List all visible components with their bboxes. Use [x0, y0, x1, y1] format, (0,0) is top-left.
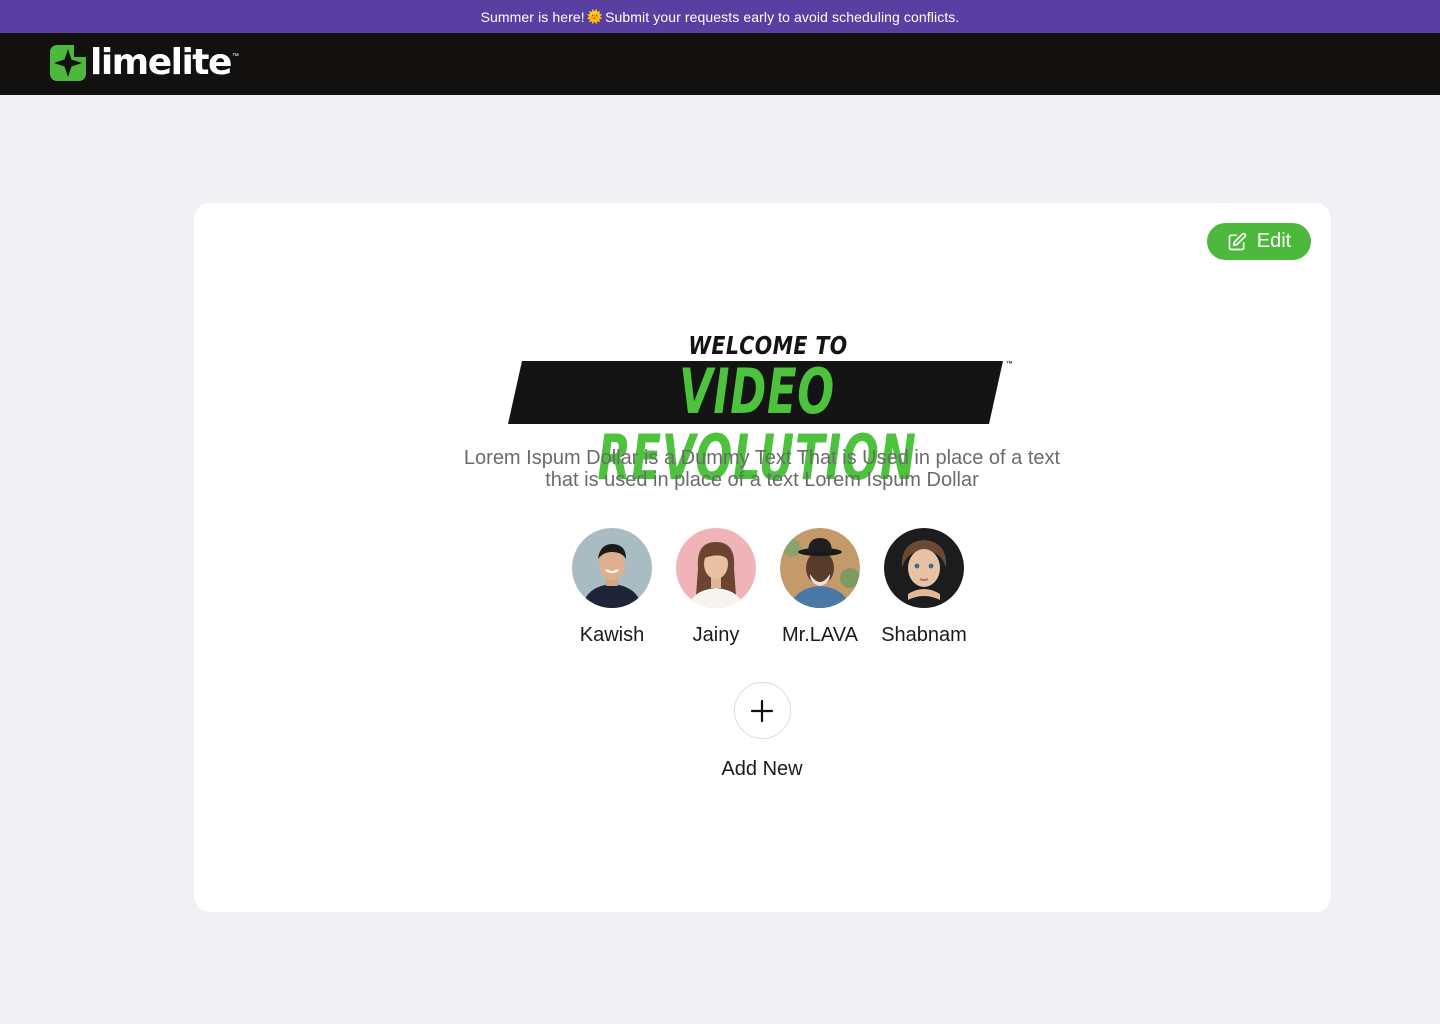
limelite-logo-icon: [50, 45, 86, 81]
profile-kawish[interactable]: Kawish: [560, 528, 664, 646]
hero-banner: WELCOME TO THE VIDEO REVOLUTION ™: [508, 331, 1018, 491]
avatar-shabnam-icon: [884, 528, 964, 608]
profile-selection-card: Edit WELCOME TO THE VIDEO REVOLUTION ™ L…: [194, 203, 1331, 912]
profile-name: Kawish: [579, 624, 645, 646]
top-navbar: limelite ™: [0, 33, 1440, 95]
avatar: [572, 528, 652, 608]
welcome-description: Lorem Ispum Dollar is a Dummy Text That …: [463, 447, 1061, 491]
profiles-list: Kawish Jainy Mr.LAVA Shabnam: [560, 528, 970, 648]
avatar-jainy-icon: [676, 528, 756, 608]
add-new-profile[interactable]: Add New: [702, 682, 822, 780]
avatar: [884, 528, 964, 608]
sun-emoji-icon: 🌞: [586, 8, 604, 24]
add-new-label: Add New: [721, 758, 803, 780]
avatar-mr-lava-icon: [780, 528, 860, 608]
brand-name: limelite: [90, 42, 232, 83]
edit-icon: [1228, 232, 1246, 250]
announcement-text-end: Submit your requests early to avoid sche…: [605, 8, 960, 25]
avatar: [780, 528, 860, 608]
profile-name: Mr.LAVA: [782, 624, 858, 646]
profile-mr-lava[interactable]: Mr.LAVA: [768, 528, 872, 646]
avatar-kawish-icon: [572, 528, 652, 608]
edit-button-label: Edit: [1256, 230, 1292, 252]
brand-trademark: ™: [231, 53, 239, 60]
brand-logo[interactable]: limelite ™: [50, 45, 239, 81]
profile-shabnam[interactable]: Shabnam: [872, 528, 976, 646]
avatar: [676, 528, 756, 608]
profile-name: Shabnam: [881, 624, 967, 646]
announcement-bar: Summer is here! 🌞 Submit your requests e…: [0, 0, 1440, 33]
hero-trademark: ™: [1006, 361, 1013, 368]
add-new-button[interactable]: [733, 682, 791, 739]
profile-jainy[interactable]: Jainy: [664, 528, 768, 646]
plus-icon: [750, 699, 774, 722]
announcement-text-start: Summer is here!: [480, 8, 585, 25]
edit-button[interactable]: Edit: [1207, 223, 1311, 260]
profile-name: Jainy: [692, 624, 740, 646]
